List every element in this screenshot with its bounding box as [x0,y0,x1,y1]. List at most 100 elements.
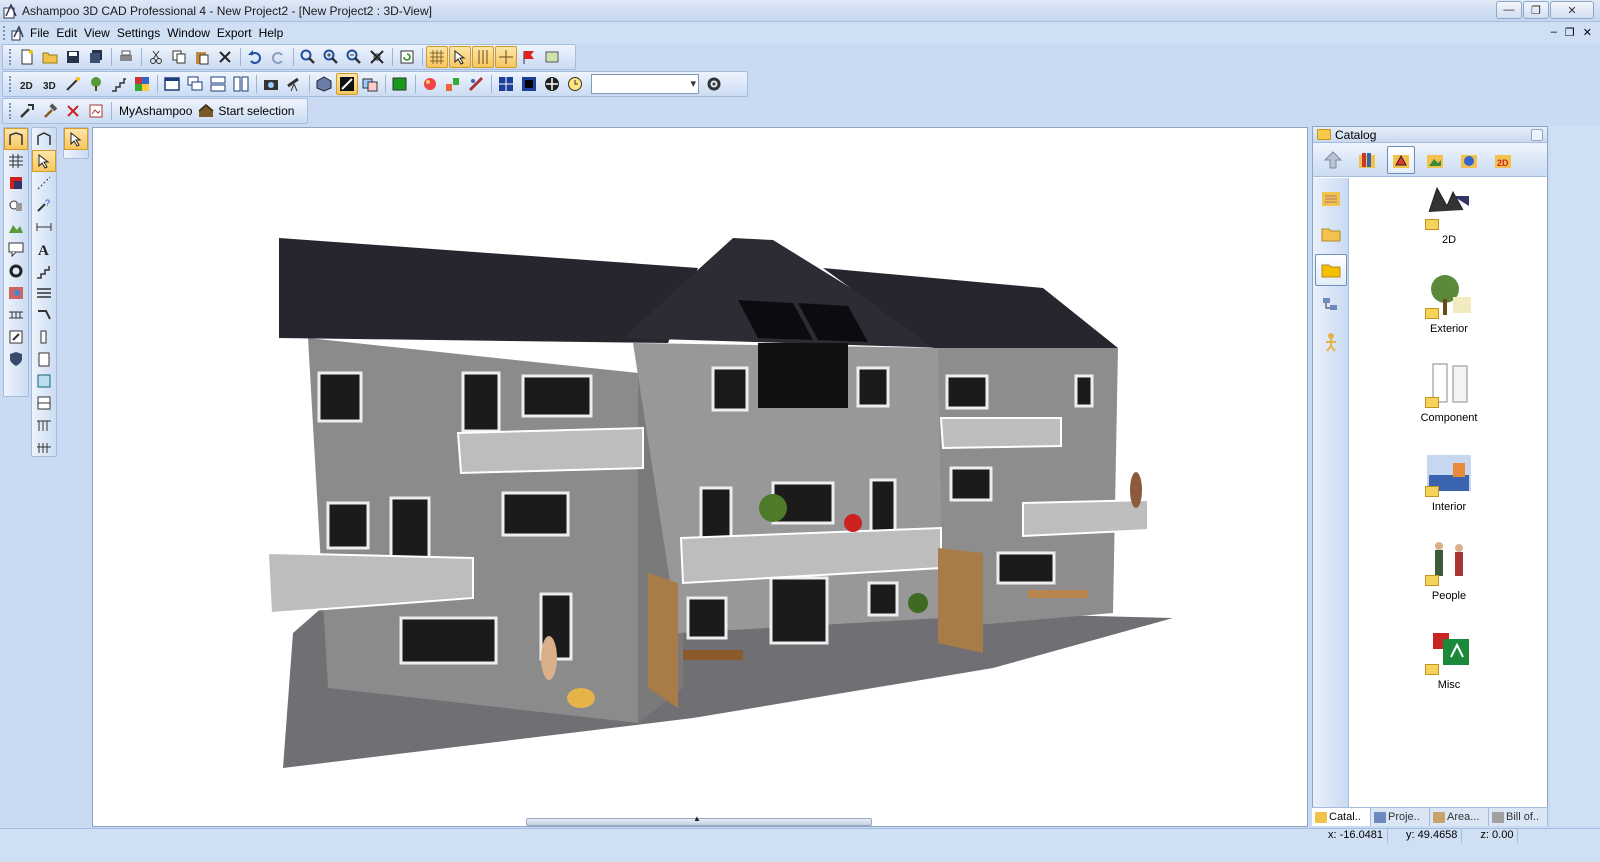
pin-icon[interactable] [1531,129,1543,141]
render-mode-button[interactable] [313,73,335,95]
house-icon[interactable] [198,103,214,119]
mdi-minimize-icon[interactable]: – [1551,26,1557,39]
toolbar-grip-2[interactable] [9,76,12,92]
catalog-item-people[interactable]: People [1389,538,1509,602]
animation-button[interactable] [465,73,487,95]
cabinet-tool[interactable] [32,392,56,414]
catalog-item-misc[interactable]: Misc [1389,627,1509,691]
help-tool[interactable]: ? [32,194,56,216]
save-button[interactable] [62,46,84,68]
comment-tool[interactable] [4,238,28,260]
terrain-tool[interactable] [4,216,28,238]
catalog-calendar-button[interactable] [1315,182,1347,214]
zoom-extents-button[interactable] [366,46,388,68]
column-tool[interactable] [32,326,56,348]
walk-button[interactable] [283,73,305,95]
tools-button[interactable] [16,100,38,122]
remove-tools-button[interactable] [62,100,84,122]
menu-file[interactable]: File [30,26,56,40]
start-selection-button[interactable]: Start selection [218,104,294,118]
minimize-button[interactable]: — [1496,1,1522,19]
building-tool[interactable] [32,128,56,150]
menu-view[interactable]: View [84,26,117,40]
stair-tool[interactable] [32,260,56,282]
catalog-objects-button[interactable] [1387,145,1415,174]
menu-window[interactable]: Window [167,26,217,40]
tree-button[interactable] [85,73,107,95]
undo-button[interactable] [244,46,266,68]
camera-button[interactable] [260,73,282,95]
photo-tool[interactable] [4,282,28,304]
object-tool[interactable] [4,194,28,216]
toolbar-grip-3[interactable] [9,103,12,119]
tab-catalog[interactable]: Catal.. [1312,808,1371,826]
view-3d-button[interactable]: 3D [39,73,61,95]
snap-cursor-button[interactable] [449,46,471,68]
catalog-item-interior[interactable]: Interior [1389,449,1509,513]
wand-button[interactable] [62,73,84,95]
layers-tool[interactable] [32,282,56,304]
refresh-button[interactable] [396,46,418,68]
image-button[interactable] [85,100,107,122]
shield-tool[interactable] [4,348,28,370]
copy-button[interactable] [168,46,190,68]
window-vertical-button[interactable] [230,73,252,95]
catalog-folder-button[interactable] [1315,218,1347,250]
railing-tool[interactable] [32,414,56,436]
toolbar-grip[interactable] [9,49,12,65]
pointer-tool[interactable] [64,128,88,150]
line-tool[interactable] [32,172,56,194]
settings-view-button[interactable] [703,73,725,95]
view-select[interactable] [591,74,699,94]
menu-export[interactable]: Export [217,26,259,40]
3d-viewport[interactable] [92,127,1308,827]
new-button[interactable] [16,46,38,68]
window-cascade-button[interactable] [184,73,206,95]
delete-button[interactable] [214,46,236,68]
maximize-button[interactable]: ❐ [1523,1,1549,19]
zoom-in-button[interactable] [320,46,342,68]
catalog-2d-button[interactable]: 2D [1489,146,1517,174]
fence-tool[interactable] [32,436,56,458]
guidelines-button[interactable] [472,46,494,68]
hammer-button[interactable] [39,100,61,122]
catalog-tree-button[interactable] [1315,290,1347,322]
frame-button[interactable] [518,73,540,95]
menu-edit[interactable]: Edit [56,26,84,40]
save-all-button[interactable] [85,46,107,68]
menu-settings[interactable]: Settings [117,26,167,40]
light-button[interactable] [419,73,441,95]
texture-button[interactable] [131,73,153,95]
text-tool[interactable]: A [32,238,56,260]
zoom-button[interactable] [297,46,319,68]
catalog-up-button[interactable] [1319,146,1347,174]
catalog-item-exterior[interactable]: Exterior [1389,271,1509,335]
tab-area[interactable]: Area... [1430,808,1489,826]
select-tool[interactable] [32,150,56,172]
zoom-out-button[interactable] [343,46,365,68]
shading-button[interactable] [336,73,358,95]
open-button[interactable] [39,46,61,68]
color-button[interactable] [389,73,411,95]
mdi-restore-icon[interactable]: ❐ [1565,26,1575,39]
paste-button[interactable] [191,46,213,68]
myashampoo-link[interactable]: MyAshampoo [119,104,192,118]
settings-tool[interactable] [4,260,28,282]
crosshair-button[interactable] [495,46,517,68]
edit-tool[interactable] [4,326,28,348]
cut-button[interactable] [145,46,167,68]
orbit-button[interactable] [541,73,563,95]
sun-button[interactable] [442,73,464,95]
dimension-tool[interactable] [32,216,56,238]
stairs-button[interactable] [108,73,130,95]
view-2d-button[interactable]: 2D [16,73,38,95]
window-horizontal-button[interactable] [207,73,229,95]
catalog-materials-button[interactable] [1455,146,1483,174]
catalog-item-component[interactable]: Component [1389,360,1509,424]
document-icon[interactable] [10,25,26,41]
window-tool[interactable] [32,370,56,392]
roof-tool[interactable] [4,172,28,194]
dimension-button[interactable] [541,46,563,68]
clock-button[interactable] [564,73,586,95]
menu-grip[interactable] [3,26,6,40]
